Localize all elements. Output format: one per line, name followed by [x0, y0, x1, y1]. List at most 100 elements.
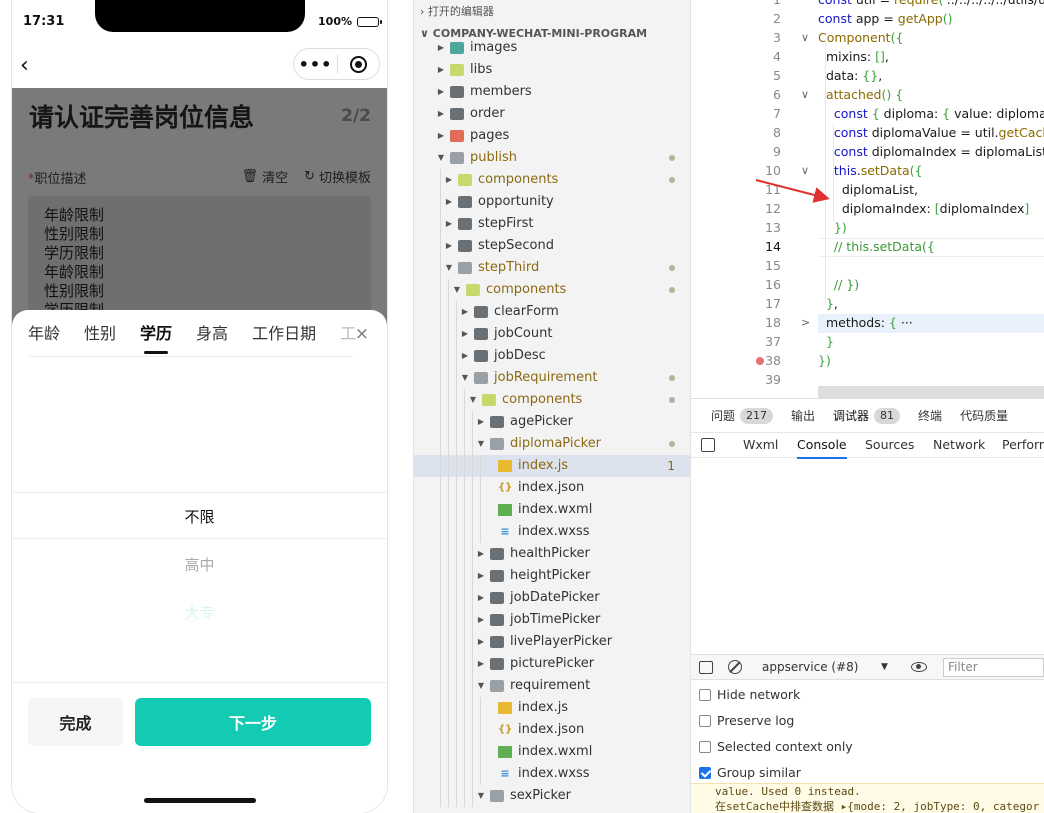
tree-folder[interactable]: ▶ jobCount	[414, 323, 690, 345]
chevron-right-icon[interactable]: ▶	[476, 543, 486, 565]
tree-folder[interactable]: ▶ heightPicker	[414, 565, 690, 587]
editor-horizontal-scrollbar[interactable]	[818, 386, 1044, 398]
tree-folder[interactable]: ▼ sexPicker	[414, 785, 690, 807]
tree-folder[interactable]: ▼ components	[414, 389, 690, 411]
done-button[interactable]: 完成	[28, 698, 123, 746]
tree-folder[interactable]: ▶ clearForm	[414, 301, 690, 323]
tab-problems[interactable]: 问题 217	[711, 405, 774, 427]
tree-folder[interactable]: ▶ agePicker	[414, 411, 690, 433]
tree-folder[interactable]: ▶ members	[414, 81, 690, 103]
tab-education[interactable]: 学历	[140, 322, 172, 356]
chevron-right-icon[interactable]: ▶	[436, 125, 446, 147]
checkbox[interactable]	[699, 741, 711, 753]
tree-folder[interactable]: ▶ jobDesc	[414, 345, 690, 367]
tree-folder[interactable]: ▼ components	[414, 279, 690, 301]
gutter-line[interactable]: 13	[691, 218, 791, 237]
next-step-button[interactable]: 下一步	[135, 698, 371, 746]
filter-input[interactable]: Filter	[943, 658, 1044, 677]
tree-folder[interactable]: ▶ pages	[414, 125, 690, 147]
chevron-right-icon[interactable]: ▶	[476, 411, 486, 433]
picker-option[interactable]: 高中	[12, 554, 387, 575]
tree-file[interactable]: index.js	[414, 697, 690, 719]
code-line[interactable]: mixins: [],	[818, 47, 889, 66]
devtools-tab-network[interactable]: Network	[933, 433, 985, 457]
code-line[interactable]: diplomaIndex: [diplomaIndex]	[818, 199, 1029, 218]
chevron-right-icon[interactable]: ▶	[460, 323, 470, 345]
checkbox[interactable]	[699, 689, 711, 701]
tree-file[interactable]: ≡ index.wxss	[414, 763, 690, 785]
tree-folder[interactable]: ▶ picturePicker	[414, 653, 690, 675]
picker-option[interactable]: 不限	[12, 506, 387, 527]
devtools-tab-wxml[interactable]: Wxml	[743, 433, 778, 457]
gutter-line[interactable]: 14	[691, 237, 791, 256]
option-preserve-log[interactable]: Preserve log	[699, 708, 794, 734]
code-line[interactable]: // this.setData({	[818, 237, 935, 256]
code-line[interactable]: methods: { ···	[818, 313, 913, 332]
checkbox[interactable]	[699, 715, 711, 727]
code-line[interactable]: }	[818, 332, 834, 351]
chevron-right-icon[interactable]: ▶	[444, 169, 454, 191]
code-line[interactable]: const { diploma: { value: diplomaList	[818, 104, 1044, 123]
gutter-line[interactable]: 9	[691, 142, 791, 161]
tab-work-more[interactable]: 工	[340, 322, 356, 356]
chevron-down-icon[interactable]: ▼	[476, 675, 486, 697]
gutter-line[interactable]: 6 ∨	[691, 85, 809, 104]
chevron-down-icon[interactable]: ▼	[881, 655, 888, 679]
chevron-right-icon[interactable]: ▶	[444, 235, 454, 257]
tab-age[interactable]: 年龄	[28, 322, 60, 356]
code-line[interactable]: },	[818, 294, 838, 313]
tree-folder[interactable]: ▼ diplomaPicker	[414, 433, 690, 455]
chevron-right-icon[interactable]: ▶	[476, 565, 486, 587]
close-miniprogram-button[interactable]	[338, 55, 379, 73]
tree-folder[interactable]: ▶ images	[414, 37, 690, 59]
tree-folder[interactable]: ▶ opportunity	[414, 191, 690, 213]
code-line[interactable]: const app = getApp()	[818, 9, 953, 28]
code-editor[interactable]: 1 const util = require('../../../../../ut…	[691, 0, 1044, 398]
devtools-tab-performance[interactable]: Perform	[1002, 433, 1044, 457]
tab-code-quality[interactable]: 代码质量	[960, 405, 1008, 427]
tree-file[interactable]: {} index.json	[414, 719, 690, 741]
gutter-line[interactable]: 17	[691, 294, 791, 313]
code-line[interactable]: const diplomaIndex = diplomaList.find	[818, 142, 1044, 161]
tree-folder[interactable]: ▼ requirement	[414, 675, 690, 697]
chevron-right-icon[interactable]: ▶	[476, 587, 486, 609]
close-icon[interactable]: ×	[355, 324, 369, 344]
chevron-down-icon[interactable]: ▼	[476, 785, 486, 807]
gutter-line[interactable]: 38	[691, 351, 791, 370]
chevron-right-icon[interactable]: ▶	[460, 345, 470, 367]
gutter-line[interactable]: 5	[691, 66, 791, 85]
tree-file[interactable]: {} index.json	[414, 477, 690, 499]
context-select[interactable]: appservice (#8)	[762, 655, 858, 679]
tab-debugger[interactable]: 调试器 81	[833, 405, 901, 427]
checkbox-checked[interactable]	[699, 767, 711, 779]
tab-gender[interactable]: 性别	[84, 322, 116, 356]
tree-folder[interactable]: ▶ healthPicker	[414, 543, 690, 565]
code-line[interactable]: const diplomaValue = util.getCache('	[818, 123, 1044, 142]
gutter-line[interactable]: 39	[691, 370, 791, 389]
chevron-right-icon[interactable]: ▶	[476, 631, 486, 653]
tree-folder[interactable]: ▶ jobTimePicker	[414, 609, 690, 631]
gutter-line[interactable]: 16	[691, 275, 791, 294]
tree-file[interactable]: index.wxml	[414, 741, 690, 763]
tree-folder[interactable]: ▶ libs	[414, 59, 690, 81]
chevron-down-icon[interactable]: ▼	[444, 257, 454, 279]
chevron-right-icon[interactable]: ▶	[460, 301, 470, 323]
gutter-line[interactable]: 3 ∨	[691, 28, 809, 47]
chevron-down-icon[interactable]: ∨	[801, 85, 809, 104]
tab-work-date[interactable]: 工作日期	[252, 322, 316, 356]
chevron-right-icon[interactable]: ▶	[436, 59, 446, 81]
option-hide-network[interactable]: Hide network	[699, 682, 800, 708]
tree-folder[interactable]: ▶ stepFirst	[414, 213, 690, 235]
tree-folder[interactable]: ▶ components	[414, 169, 690, 191]
tree-folder[interactable]: ▶ stepSecond	[414, 235, 690, 257]
chevron-down-icon[interactable]: ▼	[468, 389, 478, 411]
gutter-line[interactable]: 8	[691, 123, 791, 142]
chevron-right-icon[interactable]: ▶	[436, 37, 446, 59]
breakpoint-icon[interactable]	[756, 357, 764, 365]
gutter-line[interactable]: 2	[691, 9, 791, 28]
devtools-tab-console[interactable]: Console	[797, 433, 847, 459]
tree-file[interactable]: ≡ index.wxss	[414, 521, 690, 543]
code-line[interactable]: const util = require('../../../../../uti…	[818, 0, 1044, 9]
chevron-down-icon[interactable]: ∨	[801, 28, 809, 47]
switch-template-button[interactable]: ↻ 切换模板	[304, 167, 371, 186]
